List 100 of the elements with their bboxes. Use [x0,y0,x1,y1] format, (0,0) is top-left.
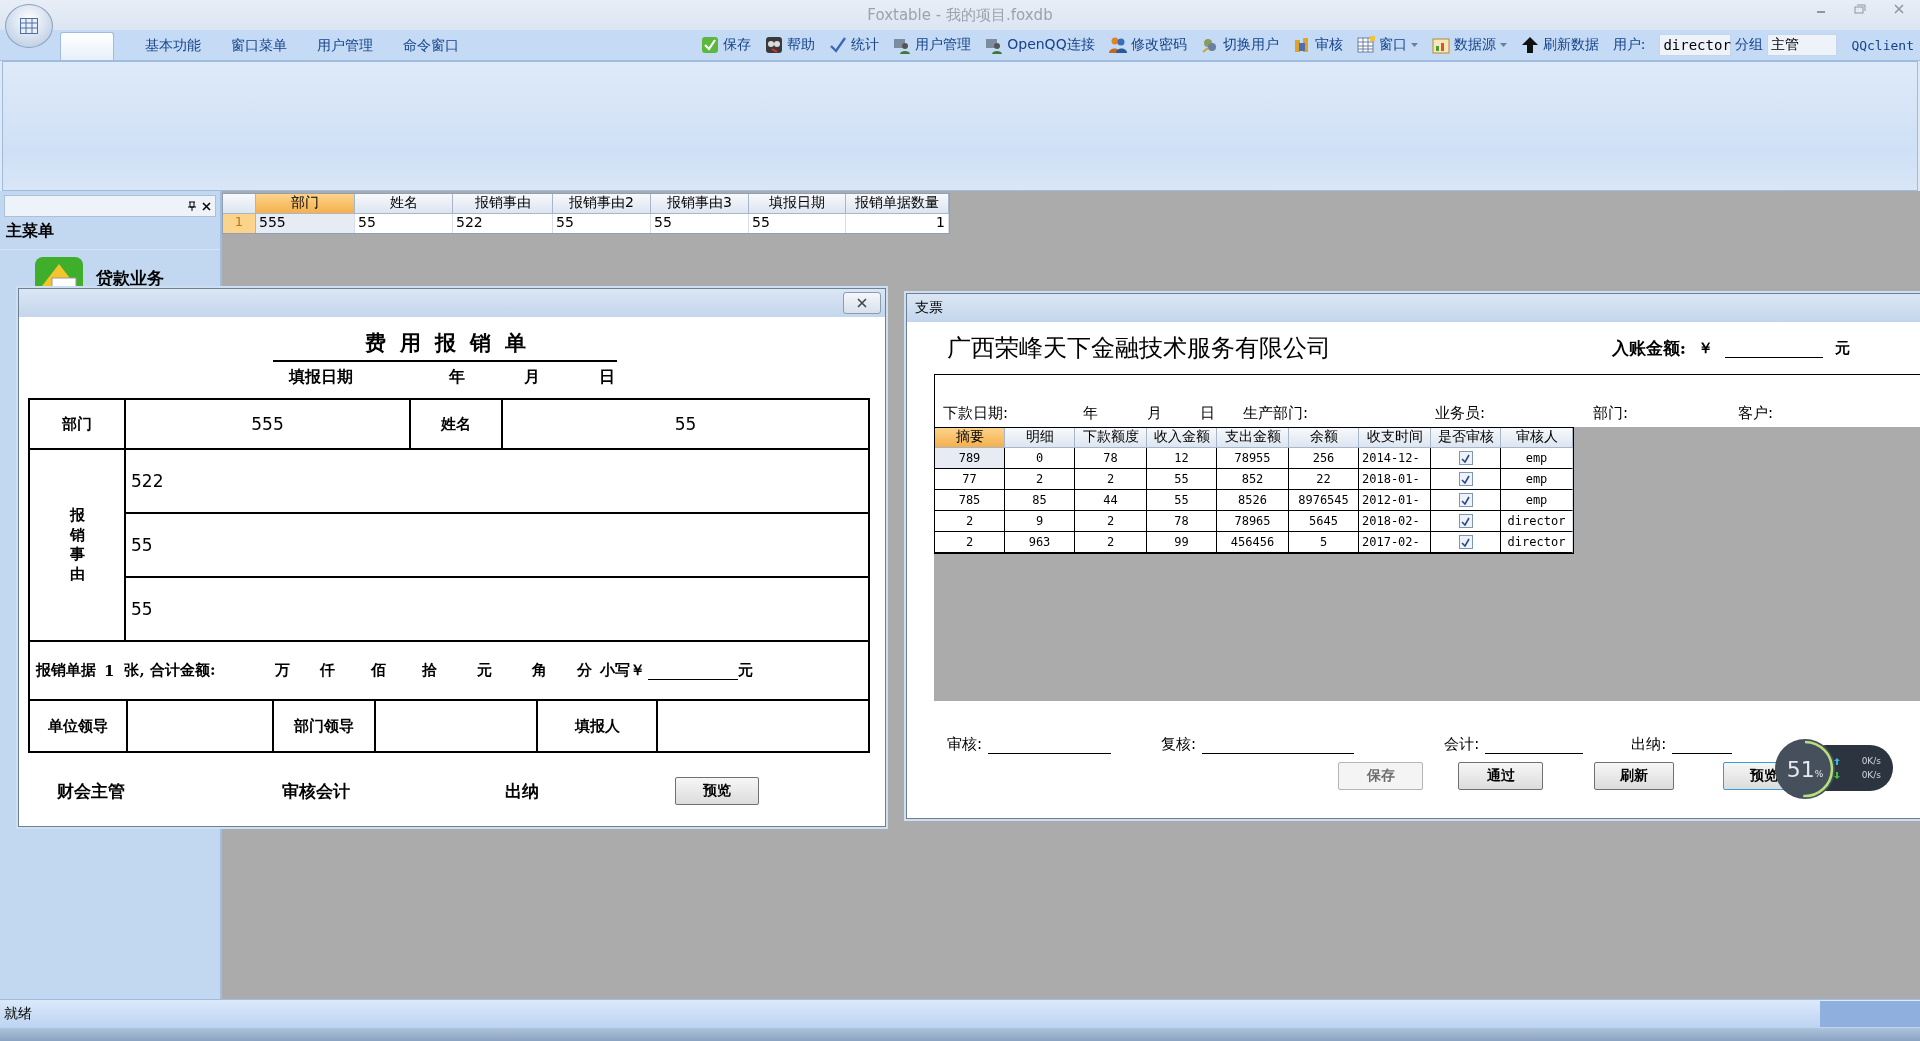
toolbar-button[interactable]: 用户管理 [893,36,972,54]
table-cell[interactable]: director [1501,532,1573,553]
preview-button[interactable]: 预览 [675,777,759,805]
toolbar-button[interactable]: OpenQQ连接 [985,36,1095,54]
toolbar-button[interactable]: 审核 [1292,36,1343,54]
close-icon [857,298,867,308]
pin-icon[interactable] [188,201,196,211]
toolbar-button[interactable]: 数据源 [1431,36,1507,54]
table-cell[interactable]: 456456 [1217,532,1289,553]
column-header[interactable]: 报销事由 [453,194,553,214]
table-cell[interactable]: 256 [1289,448,1359,469]
table-cell[interactable]: 789 [935,448,1005,469]
table-cell[interactable]: 78965 [1217,511,1289,532]
toolbar-button[interactable]: 切换用户 [1200,36,1279,54]
field-label: 部门: [1593,404,1630,423]
field-label: 部门 [30,400,126,448]
column-header[interactable]: 报销事由2 [553,194,651,214]
ribbon-tab[interactable]: 用户管理 [302,32,388,60]
percent-sign: % [1814,769,1824,779]
checkbox[interactable] [1458,451,1473,465]
qq-client-label[interactable]: QQclient [1851,37,1914,53]
amount-unit: 元 [477,661,493,680]
table-cell[interactable]: 0 [1005,448,1075,469]
table-cell[interactable]: emp [1501,469,1573,490]
ribbon-tab[interactable]: 窗口菜单 [216,32,302,60]
column-header[interactable]: 审核人 [1501,428,1573,448]
group-field[interactable]: 主管 [1767,34,1838,56]
column-header[interactable]: 收支时间 [1359,428,1431,448]
close-button[interactable] [843,292,881,314]
field-label: 单位领导 [30,701,128,751]
table-cell[interactable]: 963 [1005,532,1075,553]
table-cell[interactable]: 2018-02- [1359,511,1431,532]
column-header[interactable]: 报销事由3 [651,194,749,214]
amount-unit: 仟 [320,661,336,680]
ribbon-tab[interactable]: 基本功能 [130,32,216,60]
table-cell[interactable]: 5 [1289,532,1359,553]
table-cell[interactable]: 2 [1005,469,1075,490]
column-header[interactable]: 摘要 [935,428,1005,448]
checkbox[interactable] [1458,514,1473,528]
table-cell[interactable]: 8976545 [1289,490,1359,511]
field-value: 522 [131,471,164,491]
column-header[interactable]: 部门 [256,194,355,214]
toolbar-button[interactable]: 统计 [829,36,880,54]
column-header[interactable]: 明细 [1005,428,1075,448]
table-cell[interactable]: 8526 [1217,490,1289,511]
checkbox[interactable] [1458,535,1473,549]
column-header[interactable]: 下款额度 [1075,428,1147,448]
table-cell[interactable]: 2012-01- [1359,490,1431,511]
ribbon-tab[interactable]: 命令窗口 [388,32,474,60]
column-header[interactable]: 填报日期 [749,194,846,214]
table-cell[interactable]: 2014-12- [1359,448,1431,469]
table-cell[interactable]: 9 [1005,511,1075,532]
checkbox[interactable] [1458,493,1473,507]
table-cell[interactable]: 22 [1289,469,1359,490]
table-cell[interactable]: 5645 [1289,511,1359,532]
toolbar-button[interactable]: 刷新数据 [1520,36,1599,54]
table-cell[interactable]: 99 [1147,532,1217,553]
table-cell[interactable]: emp [1501,490,1573,511]
field-value: 55 [131,599,153,619]
toolbar-button[interactable]: 修改密码 [1108,36,1187,54]
column-header[interactable]: 余额 [1289,428,1359,448]
column-header[interactable]: 是否审核 [1431,428,1501,448]
sidebar-item[interactable]: 贷款业务 [96,268,164,288]
table-cell[interactable]: 2 [935,532,1005,553]
table-cell[interactable]: 2 [935,511,1005,532]
field-value: 55 [673,413,698,436]
action-button[interactable]: 通过 [1458,762,1543,790]
toolbar-button[interactable]: 窗口 [1356,36,1418,54]
table-cell[interactable]: 78 [1147,511,1217,532]
checkbox[interactable] [1458,472,1473,486]
action-button[interactable]: 刷新 [1594,762,1674,790]
table-cell[interactable]: 2 [1075,511,1147,532]
column-header[interactable]: 报销单据数量 [846,194,949,214]
table-cell[interactable]: 12 [1147,448,1217,469]
table-cell[interactable]: 77 [935,469,1005,490]
table-cell[interactable]: 2 [1075,469,1147,490]
table-cell[interactable]: 44 [1075,490,1147,511]
table-cell[interactable]: director [1501,511,1573,532]
window-title: Foxtable - 我的项目.foxdb [867,5,1053,25]
table-cell[interactable]: 785 [935,490,1005,511]
table-cell[interactable]: 85 [1005,490,1075,511]
table-cell[interactable]: 78955 [1217,448,1289,469]
table-cell[interactable]: 78 [1075,448,1147,469]
table-cell[interactable]: 555 [256,214,355,233]
amount-unit: 佰 [371,661,387,680]
table-cell[interactable]: 2 [1075,532,1147,553]
table-cell[interactable]: emp [1501,448,1573,469]
column-header[interactable]: 收入金额 [1147,428,1217,448]
close-icon[interactable] [202,201,211,211]
column-header[interactable]: 支出金额 [1217,428,1289,448]
toolbar-button[interactable]: 保存 [701,36,752,54]
table-cell[interactable]: 2017-02- [1359,532,1431,553]
table-cell[interactable]: 55 [1147,469,1217,490]
table-cell[interactable]: 55 [1147,490,1217,511]
column-header[interactable]: 姓名 [355,194,453,214]
signature-label: 财会主管 [57,779,126,803]
table-cell[interactable]: 2018-01- [1359,469,1431,490]
toolbar-button[interactable]: 帮助 [765,36,816,54]
table-cell[interactable]: 852 [1217,469,1289,490]
user-field[interactable]: director [1659,34,1732,56]
